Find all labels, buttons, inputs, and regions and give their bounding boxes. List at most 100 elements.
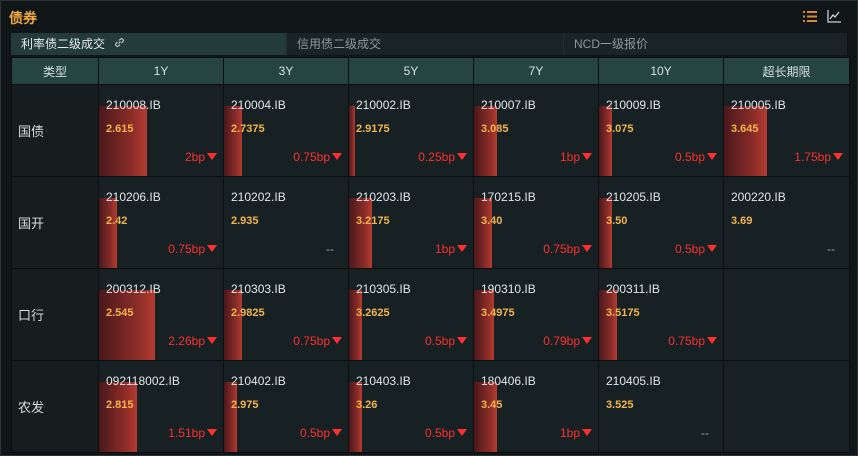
table-row: 国开 210206.IB 2.42 0.75bp 210202.IB 2.935 -- 210…: [11, 176, 850, 269]
down-triangle-icon: [207, 245, 217, 252]
yield-change: 0.75bp: [293, 334, 342, 348]
yield-change: 1bp: [435, 242, 467, 256]
bond-yield: 3.50: [606, 215, 628, 227]
bond-yield: 2.615: [106, 123, 134, 135]
bond-panel: 债券 利率债二级成交 信用债二级成交 NCD一级报价 类型 1Y 3Y 5Y 7…: [0, 0, 858, 456]
change-level-bar: [349, 290, 362, 360]
yield-change-value: 1bp: [434, 242, 455, 256]
row-type-label: 农发: [11, 360, 99, 453]
bond-code: 190310.IB: [481, 282, 536, 296]
tab-ncd-primary-quote[interactable]: NCD一级报价: [564, 33, 847, 55]
yield-change: 0.75bp: [668, 334, 717, 348]
bond-code: 210008.IB: [106, 98, 161, 112]
col-header-3y[interactable]: 3Y: [223, 57, 349, 85]
bond-code: 210405.IB: [606, 374, 661, 388]
link-icon[interactable]: [114, 34, 125, 56]
quote-cell[interactable]: 210205.IB 3.50 0.5bp: [598, 176, 724, 269]
quote-cell[interactable]: 210009.IB 3.075 0.5bp: [598, 84, 724, 177]
yield-change: 1.51bp: [168, 426, 217, 440]
col-header-type[interactable]: 类型: [11, 57, 99, 85]
quote-cell[interactable]: 210405.IB 3.525 --: [598, 360, 724, 453]
tab-credit-bond-secondary[interactable]: 信用债二级成交: [287, 33, 564, 55]
yield-change-value: 0.5bp: [674, 150, 705, 164]
quote-cell[interactable]: 210007.IB 3.085 1bp: [473, 84, 599, 177]
line-chart-icon[interactable]: [827, 10, 841, 23]
bond-yield: 3.45: [481, 399, 503, 411]
quote-cell[interactable]: 170215.IB 3.40 0.75bp: [473, 176, 599, 269]
down-triangle-icon: [582, 245, 592, 252]
bond-code: 200312.IB: [106, 282, 161, 296]
down-triangle-icon: [207, 429, 217, 436]
quote-cell[interactable]: 210303.IB 2.9825 0.75bp: [223, 268, 349, 361]
yield-change-value: 0.75bp: [168, 242, 205, 256]
quote-cell[interactable]: 210002.IB 2.9175 0.25bp: [348, 84, 474, 177]
change-level-bar: [99, 290, 156, 360]
quote-cell[interactable]: 210202.IB 2.935 --: [223, 176, 349, 269]
col-header-7y[interactable]: 7Y: [473, 57, 599, 85]
yield-change: 1bp: [560, 150, 592, 164]
quote-cell[interactable]: 210203.IB 3.2175 1bp: [348, 176, 474, 269]
bond-code: 210303.IB: [231, 282, 286, 296]
bond-yield: 2.935: [231, 215, 259, 227]
quote-cell[interactable]: 210005.IB 3.645 1.75bp: [723, 84, 850, 177]
bond-code: 210206.IB: [106, 190, 161, 204]
change-level-bar: [349, 382, 362, 452]
quote-cell[interactable]: 200220.IB 3.69 --: [723, 176, 850, 269]
yield-change-value: 2.26bp: [168, 334, 205, 348]
quote-cell[interactable]: 210402.IB 2.975 0.5bp: [223, 360, 349, 453]
quote-cell[interactable]: 092118002.IB 2.815 1.51bp: [98, 360, 224, 453]
yield-change-value: 1bp: [559, 426, 580, 440]
change-level-bar: [224, 290, 242, 360]
change-level-bar: [599, 290, 617, 360]
yield-change-value: 0.75bp: [543, 242, 580, 256]
yield-change: 1.75bp: [794, 150, 843, 164]
bond-yield: 2.975: [231, 399, 259, 411]
quote-cell[interactable]: 210004.IB 2.7375 0.75bp: [223, 84, 349, 177]
quote-cell[interactable]: 190310.IB 3.4975 0.79bp: [473, 268, 599, 361]
bond-yield: 3.645: [731, 123, 759, 135]
yield-change: 1bp: [560, 426, 592, 440]
bond-yield: 3.075: [606, 123, 634, 135]
bond-code: 092118002.IB: [106, 374, 180, 388]
header-tools: [803, 10, 841, 23]
tab-rate-bond-secondary[interactable]: 利率债二级成交: [11, 33, 287, 55]
bond-yield: 3.085: [481, 123, 509, 135]
bond-yield: 2.545: [106, 307, 134, 319]
bond-yield: 3.4975: [481, 307, 515, 319]
yield-change-value: --: [701, 426, 709, 440]
down-triangle-icon: [582, 153, 592, 160]
down-triangle-icon: [582, 429, 592, 436]
list-icon[interactable]: [803, 10, 817, 23]
bond-yield: 2.815: [106, 399, 134, 411]
change-level-bar: [349, 106, 356, 176]
quote-cell[interactable]: 210008.IB 2.615 2bp: [98, 84, 224, 177]
quote-cell[interactable]: 200311.IB 3.5175 0.75bp: [598, 268, 724, 361]
col-header-1y[interactable]: 1Y: [98, 57, 224, 85]
change-level-bar: [474, 198, 492, 268]
col-header-ultra-long[interactable]: 超长期限: [723, 57, 850, 85]
bond-code: 210202.IB: [231, 190, 286, 204]
panel-title: 债券: [9, 10, 37, 26]
bond-yield: 3.5175: [606, 307, 640, 319]
quote-cell[interactable]: 180406.IB 3.45 1bp: [473, 360, 599, 453]
yield-change-value: 2bp: [184, 150, 205, 164]
quote-cell[interactable]: 210206.IB 2.42 0.75bp: [98, 176, 224, 269]
table-row: 农发 092118002.IB 2.815 1.51bp 210402.IB 2.975 0…: [11, 360, 850, 453]
yield-change-value: --: [827, 242, 835, 256]
quote-cell[interactable]: 210403.IB 3.26 0.5bp: [348, 360, 474, 453]
bond-code: 210007.IB: [481, 98, 536, 112]
bond-code: 200220.IB: [731, 190, 786, 204]
bond-code: 210004.IB: [231, 98, 286, 112]
yield-change: 2bp: [185, 150, 217, 164]
down-triangle-icon: [582, 337, 592, 344]
yield-change: 0.79bp: [543, 334, 592, 348]
yield-change-value: 1bp: [559, 150, 580, 164]
quote-cell[interactable]: 200312.IB 2.545 2.26bp: [98, 268, 224, 361]
panel-header: 债券: [1, 1, 857, 31]
down-triangle-icon: [332, 429, 342, 436]
bond-code: 200311.IB: [606, 282, 660, 296]
col-header-5y[interactable]: 5Y: [348, 57, 474, 85]
col-header-10y[interactable]: 10Y: [598, 57, 724, 85]
quote-cell[interactable]: 210305.IB 3.2625 0.5bp: [348, 268, 474, 361]
table-row: 国债 210008.IB 2.615 2bp 210004.IB 2.7375 0.75bp…: [11, 84, 850, 177]
